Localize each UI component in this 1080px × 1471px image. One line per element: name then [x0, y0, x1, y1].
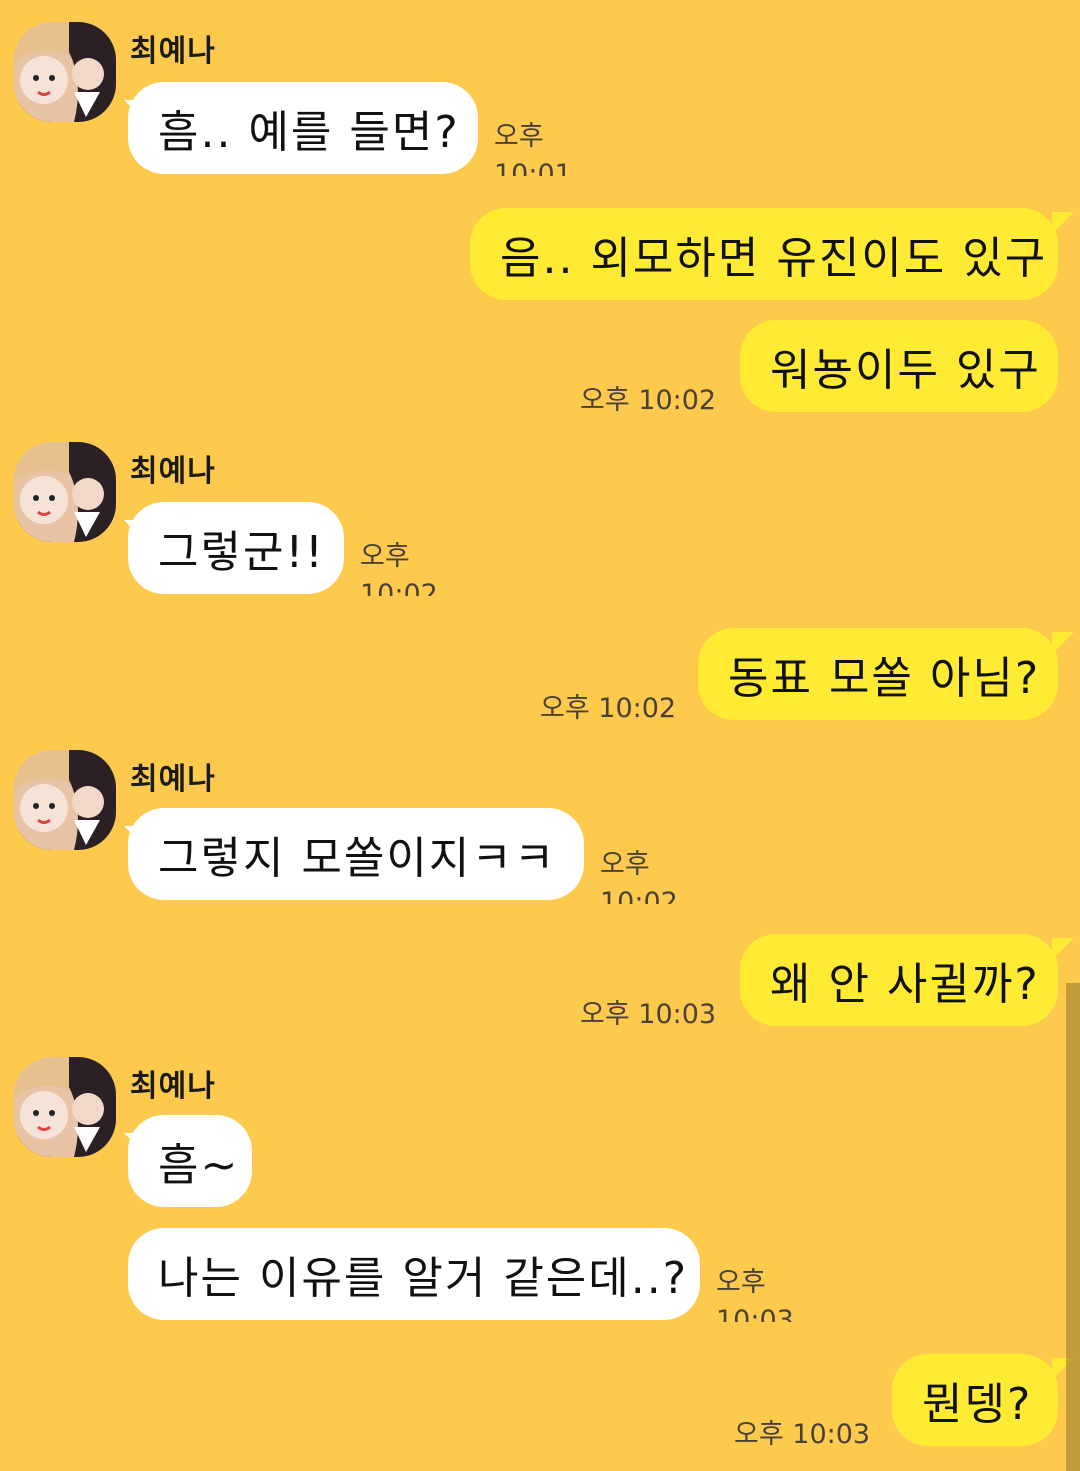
- message-time: 오후 10:03: [734, 1419, 871, 1450]
- message-text: 그렇군!!: [158, 527, 325, 578]
- bubble-tail: [1052, 632, 1074, 654]
- message-bubble-outgoing[interactable]: 워뇽이두 있구: [740, 320, 1058, 412]
- message-text: 흠.. 예를 들면?: [158, 107, 460, 158]
- sender-name: 최예나: [130, 34, 216, 69]
- profile-photo-icon: [14, 1057, 116, 1157]
- message-time: 오후 10:01: [494, 121, 572, 176]
- scrollbar[interactable]: [1066, 983, 1080, 1471]
- sender-avatar[interactable]: [14, 750, 116, 850]
- message-text: 그렇지 모쏠이지ㅋㅋ: [158, 833, 557, 884]
- message-bubble-incoming[interactable]: 흠~: [128, 1115, 252, 1207]
- message-text: 음.. 외모하면 유진이도 있구: [500, 233, 1048, 284]
- profile-photo-icon: [14, 750, 116, 850]
- message-time: 오후 10:02: [540, 693, 677, 724]
- message-time: 오후 10:03: [716, 1267, 794, 1322]
- sender-name: 최예나: [130, 454, 216, 489]
- message-text: 동표 모쏠 아님?: [728, 653, 1041, 704]
- message-bubble-outgoing[interactable]: 뭔뎅?: [892, 1354, 1058, 1446]
- message-bubble-incoming[interactable]: 그렇지 모쏠이지ㅋㅋ: [128, 808, 584, 900]
- message-text: 뭔뎅?: [922, 1379, 1033, 1430]
- message-bubble-outgoing[interactable]: 동표 모쏠 아님?: [698, 628, 1058, 720]
- sender-name: 최예나: [130, 762, 216, 797]
- message-text: 왜 안 사귈까?: [770, 959, 1040, 1010]
- message-bubble-incoming[interactable]: 흠.. 예를 들면?: [128, 82, 478, 174]
- sender-avatar[interactable]: [14, 442, 116, 542]
- message-time: 오후 10:02: [360, 541, 438, 596]
- message-text: 흠~: [158, 1140, 240, 1191]
- message-time: 오후 10:02: [600, 849, 678, 904]
- profile-photo-icon: [14, 442, 116, 542]
- sender-avatar[interactable]: [14, 22, 116, 122]
- message-bubble-outgoing[interactable]: 왜 안 사귈까?: [740, 934, 1058, 1026]
- message-time: 오후 10:03: [580, 999, 717, 1030]
- message-bubble-outgoing[interactable]: 음.. 외모하면 유진이도 있구: [470, 208, 1058, 300]
- message-bubble-incoming[interactable]: 나는 이유를 알거 같은데..?: [128, 1228, 700, 1320]
- sender-avatar[interactable]: [14, 1057, 116, 1157]
- profile-photo-icon: [14, 22, 116, 122]
- message-bubble-incoming[interactable]: 그렇군!!: [128, 502, 344, 594]
- message-time: 오후 10:02: [580, 385, 717, 416]
- sender-name: 최예나: [130, 1069, 216, 1104]
- bubble-tail: [1052, 212, 1074, 234]
- message-text: 나는 이유를 알거 같은데..?: [158, 1253, 689, 1304]
- message-text: 워뇽이두 있구: [770, 345, 1041, 396]
- bubble-tail: [1052, 938, 1074, 960]
